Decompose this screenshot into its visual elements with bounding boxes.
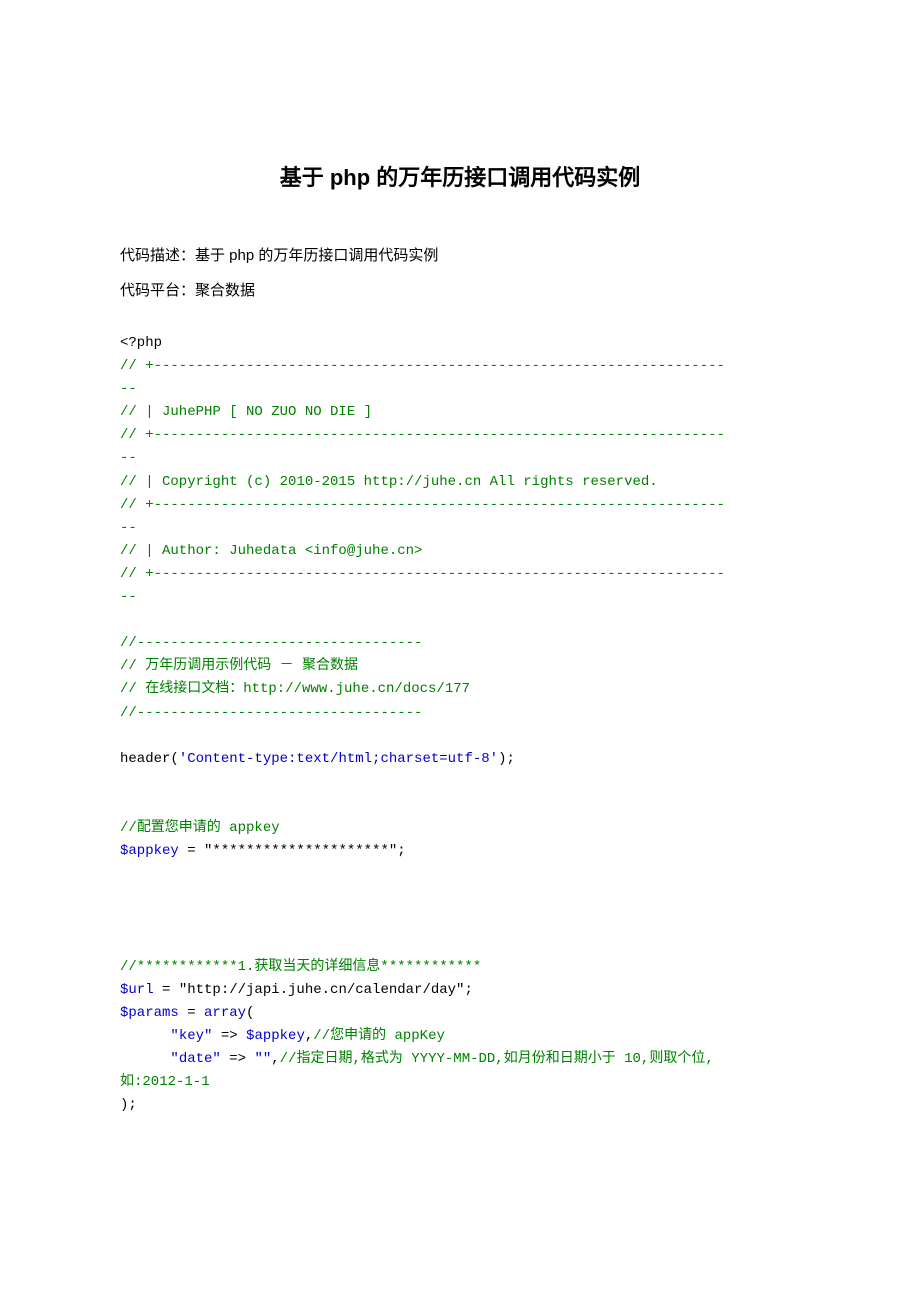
- comment-text: 配置您申请的: [137, 820, 221, 836]
- doc-title: 基于 php 的万年历接口调用代码实例: [120, 160, 800, 192]
- variable: $url: [120, 982, 154, 998]
- fn-call: header(: [120, 751, 179, 767]
- variable: $appkey: [120, 843, 179, 859]
- comment-text: 获取当天的详细信息: [254, 959, 380, 975]
- comment-line: // 万年历调用示例代码 － 聚合数据: [120, 658, 358, 674]
- comment-text: 您申请的: [330, 1028, 386, 1044]
- comment-text: 指定日期,格式为: [296, 1051, 402, 1067]
- comment-line: --: [120, 381, 137, 397]
- comment-text: YYYY-MM-DD,: [403, 1051, 504, 1067]
- comment-line: // | JuhePHP [ NO ZUO NO DIE ]: [120, 404, 372, 420]
- punct: );: [120, 1097, 137, 1113]
- php-tag: <?php: [120, 335, 162, 351]
- variable: $params: [120, 1005, 179, 1021]
- comment-text: 如: [120, 1074, 134, 1090]
- comment-text: 10,: [616, 1051, 650, 1067]
- string-lit: "date": [120, 1051, 221, 1067]
- assign: = "http://japi.juhe.cn/calendar/day";: [154, 982, 473, 998]
- meta-platform: 代码平台：聚合数据: [120, 277, 800, 304]
- keyword: array: [204, 1005, 246, 1021]
- assign: = "*********************";: [179, 843, 406, 859]
- comment-marker: //: [120, 820, 137, 836]
- arrow: =>: [221, 1051, 255, 1067]
- comment-line: // | Author: Juhedata <info@juhe.cn>: [120, 543, 422, 559]
- comment-marker: //: [280, 1051, 297, 1067]
- code-block: <?php // +------------------------------…: [120, 332, 800, 1117]
- comment-line: // | Copyright (c) 2010-2015 http://juhe…: [120, 474, 658, 490]
- comment-line: //----------------------------------: [120, 635, 422, 651]
- comment-marker: ************: [380, 959, 481, 975]
- comment-marker: //: [313, 1028, 330, 1044]
- comment-text: appKey: [386, 1028, 445, 1044]
- comment-line: // +------------------------------------…: [120, 358, 725, 374]
- string-lit: "": [254, 1051, 271, 1067]
- comment-text: 如月份和日期小于: [504, 1051, 616, 1067]
- comment-line: // +------------------------------------…: [120, 427, 725, 443]
- string-lit: 'Content-type:text/html;charset=utf-8': [179, 751, 498, 767]
- punct: ,: [271, 1051, 279, 1067]
- comment-line: // +------------------------------------…: [120, 497, 725, 513]
- comment-text: appkey: [221, 820, 280, 836]
- variable: $appkey: [246, 1028, 305, 1044]
- arrow: =>: [212, 1028, 246, 1044]
- comment-line: --: [120, 589, 137, 605]
- punct: );: [498, 751, 515, 767]
- string-lit: "key": [120, 1028, 212, 1044]
- comment-marker: //************1.: [120, 959, 254, 975]
- comment-line: // 在线接口文档：http://www.juhe.cn/docs/177: [120, 681, 470, 697]
- comment-text: :2012-1-1: [134, 1074, 210, 1090]
- meta-description: 代码描述：基于 php 的万年历接口调用代码实例: [120, 242, 800, 269]
- document-page: 基于 php 的万年历接口调用代码实例 代码描述：基于 php 的万年历接口调用…: [0, 0, 920, 1302]
- punct: (: [246, 1005, 254, 1021]
- comment-line: --: [120, 450, 137, 466]
- comment-line: //----------------------------------: [120, 705, 422, 721]
- punct: ,: [305, 1028, 313, 1044]
- assign: =: [179, 1005, 204, 1021]
- comment-line: --: [120, 520, 137, 536]
- comment-line: // +------------------------------------…: [120, 566, 725, 582]
- comment-text: 则取个位,: [649, 1051, 713, 1067]
